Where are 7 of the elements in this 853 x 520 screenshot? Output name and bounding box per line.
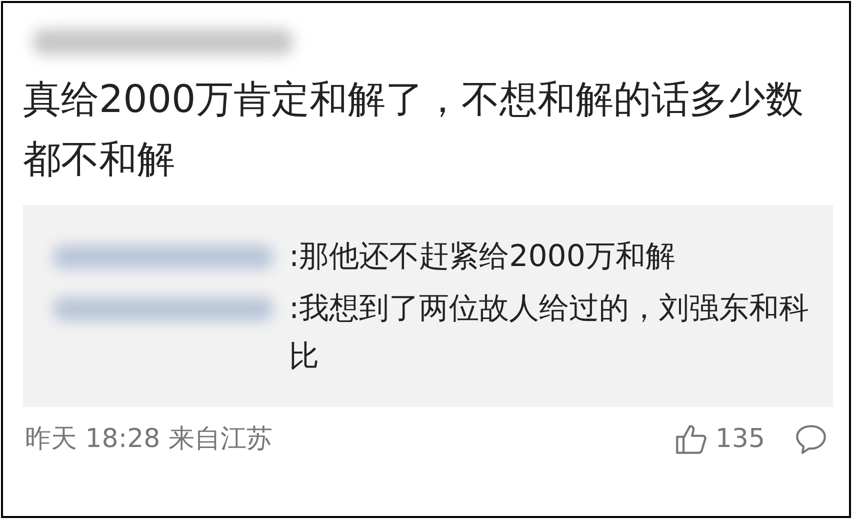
reply-text: :那他还不赶紧给2000万和解 <box>289 238 676 276</box>
timestamp: 昨天 18:28 来自江苏 <box>25 423 272 456</box>
comment-text: 真给2000万肯定和解了，不想和解的话多少数都不和解 <box>23 76 805 183</box>
comment-icon[interactable] <box>795 422 827 454</box>
like-count: 135 <box>715 424 765 454</box>
thumbs-up-icon[interactable] <box>675 422 708 454</box>
reply-text: :我想到了两位故人给过的，刘强东和科比 <box>289 290 810 376</box>
